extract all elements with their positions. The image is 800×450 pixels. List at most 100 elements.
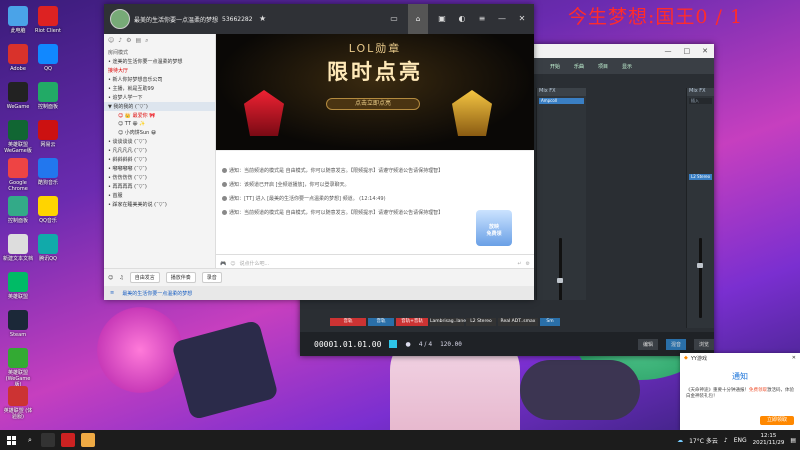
channel-item[interactable]: ☺ TT 😀 ✨ — [104, 120, 215, 128]
track-label[interactable]: 音轨+音轨 — [396, 318, 428, 326]
record-button[interactable]: 录音 — [201, 272, 222, 283]
weather-text[interactable]: 17°C 多云 — [689, 436, 718, 445]
browse-button[interactable]: 浏览 — [693, 338, 714, 350]
taskview-icon[interactable] — [40, 433, 55, 447]
speaker-icon[interactable]: ♫ — [119, 275, 123, 281]
desktop-icon[interactable]: 英雄联盟 WeGame版 — [3, 120, 33, 154]
menu-project[interactable]: 项目 — [598, 63, 608, 70]
channel-item[interactable]: • 新人你好梦想音乐公司 — [104, 75, 215, 84]
clock[interactable]: 12:15 2021/11/29 — [753, 433, 785, 447]
fader-knob[interactable] — [557, 278, 563, 283]
channel-item[interactable]: ☺ 小肉饼Sun 😀 — [104, 128, 215, 137]
channel-item[interactable]: • 谈谈谈谈 (ˉ▽ˉ) — [104, 137, 215, 146]
desktop-icon[interactable]: 控制面板 — [33, 82, 63, 110]
mixer-insert-slot[interactable]: 插入 — [689, 98, 712, 104]
edit-button[interactable]: 编辑 — [637, 338, 658, 350]
close-icon[interactable]: ✕ — [792, 355, 796, 361]
mixer-insert-slot[interactable]: L2 Stereo — [689, 174, 712, 180]
desktop-icon[interactable]: 此电脑 — [3, 6, 33, 34]
minimize-icon[interactable]: — — [496, 14, 508, 24]
yy-game-notification[interactable]: ◆ YY游戏 ✕ 通知 《天命神途》重要十分钟通报！免费领取激活码，体验白金神装… — [680, 353, 800, 431]
user-icon[interactable]: ☺ — [108, 37, 114, 45]
desktop-icon[interactable]: 网易云 — [33, 120, 63, 148]
game-promo-card[interactable]: 放映 免费领 — [476, 210, 512, 246]
channel-item[interactable]: • 凡凡凡凡 (ˉ▽ˉ) — [104, 146, 215, 155]
desktop-icon[interactable]: 英雄联盟 (WeGame版) — [3, 348, 33, 388]
fader-knob[interactable] — [697, 263, 703, 268]
channel-item[interactable]: • 踩家在睡美美的说 (ˉ▽ˉ) — [104, 200, 215, 209]
send-icon[interactable]: ↵ — [517, 261, 521, 267]
minimize-icon[interactable]: — — [665, 47, 672, 55]
record-icon[interactable]: ● — [405, 341, 410, 348]
track-label[interactable]: Real ADT..smax — [498, 318, 538, 326]
skin-icon[interactable]: ◐ — [456, 14, 468, 24]
maximize-icon[interactable]: □ — [684, 47, 691, 55]
close-icon[interactable]: ✕ — [516, 14, 528, 24]
gift-icon[interactable]: ▣ — [436, 14, 448, 24]
channel-item[interactable]: • 追梦人学一下 — [104, 93, 215, 102]
desktop-icon[interactable]: 英雄联盟 — [3, 272, 33, 300]
status-channel-link[interactable]: 最美的生活你要一点温柔的梦想 — [122, 290, 192, 297]
mix-button[interactable]: 混音 — [665, 338, 686, 350]
desktop-icon[interactable]: WeGame — [3, 82, 33, 110]
emoji-icon[interactable]: ☺ — [230, 261, 235, 267]
desktop-icon[interactable]: QQ音乐 — [33, 196, 63, 224]
volume-fader[interactable] — [699, 238, 702, 318]
tempo-display[interactable]: 120.00 — [440, 341, 462, 348]
mixer-channel[interactable]: Mix FX 插入 L2 Stereo — [686, 88, 714, 328]
room-avatar[interactable] — [110, 9, 130, 29]
desktop-icon[interactable]: 英雄联盟 (体验服) — [3, 386, 33, 420]
app-icon[interactable] — [60, 433, 75, 447]
track-label[interactable]: 音轨 — [368, 318, 394, 326]
settings-icon[interactable]: ⚙ — [126, 37, 131, 45]
desktop-icon[interactable]: 新建文本文档 — [3, 234, 33, 262]
share-icon[interactable]: ★ — [257, 14, 269, 24]
mode-label[interactable]: 房间模式 — [108, 49, 128, 56]
claim-button[interactable]: 立即领取 — [760, 416, 794, 425]
menu-start[interactable]: 开始 — [550, 63, 560, 70]
track-label[interactable]: Lambrisag..lane — [430, 318, 466, 326]
channel-item[interactable]: • 斜斜斜斜 (ˉ▽ˉ) — [104, 155, 215, 164]
desktop-icon[interactable]: Steam — [3, 310, 33, 338]
gamepad-icon[interactable]: 🎮 — [220, 261, 226, 267]
menu-icon[interactable]: ≡ — [476, 14, 488, 24]
channel-item[interactable]: • 再再再再 (ˉ▽ˉ) — [104, 182, 215, 191]
list-icon[interactable]: ▤ — [136, 37, 142, 45]
windows-start-icon[interactable] — [0, 430, 22, 450]
channel-item[interactable]: ☺ 👑 最爱你 🎀 — [104, 111, 215, 120]
home-icon[interactable]: ⌂ — [408, 4, 428, 34]
search-icon[interactable]: ⌕ — [28, 436, 32, 445]
track-lane-area[interactable]: 音轨 音轨 音轨+音轨 Lambrisag..lane L2 Stereo Real AD… — [300, 300, 600, 332]
mic-icon[interactable]: ♪ — [118, 37, 122, 45]
close-icon[interactable]: ✕ — [702, 47, 708, 55]
desktop-icon[interactable]: 酷狗音乐 — [33, 158, 63, 186]
menu-song[interactable]: 乐曲 — [574, 63, 584, 70]
play-accompaniment-button[interactable]: 播放伴奏 — [165, 272, 196, 283]
search-icon[interactable]: ⌕ — [145, 37, 148, 45]
avatar[interactable]: ☺ — [108, 275, 113, 281]
desktop-icon[interactable]: 控制面板 — [3, 196, 33, 224]
chat-input[interactable]: 说点什么吧... — [239, 260, 513, 267]
yy-voice-window[interactable]: 最美的生活你要一点温柔的梦想 53662282 ★ ▭ ⌂ ▣ ◐ ≡ — ✕ … — [104, 4, 534, 300]
desktop-icon[interactable]: Adobe — [3, 44, 33, 72]
mixer-insert-slot[interactable]: Ampcoll — [539, 98, 584, 104]
channel-item[interactable]: ▼ 我的我的 (ˉ▽ˉ) — [104, 102, 215, 111]
yy-icon[interactable] — [80, 433, 95, 447]
track-label[interactable]: L2 Stereo — [466, 318, 496, 326]
menu-show[interactable]: 显示 — [622, 63, 632, 70]
desktop-icon[interactable]: Riot Client — [33, 6, 63, 34]
screen-icon[interactable]: ▭ — [388, 14, 400, 24]
track-label[interactable]: Sm — [540, 318, 560, 326]
desktop-icon[interactable]: QQ — [33, 44, 63, 72]
channel-item[interactable]: • 途美的生活你要一点温柔的梦想 — [104, 57, 215, 66]
menu-icon[interactable]: ≡ — [110, 290, 114, 296]
channel-item[interactable]: • 主播，就是互助99 — [104, 84, 215, 93]
play-icon[interactable] — [389, 340, 398, 348]
weather-icon[interactable]: ☁ — [677, 437, 683, 444]
desktop-icon[interactable]: Google Chrome — [3, 158, 33, 192]
banner-light-button[interactable]: 点击立即点亮 — [326, 98, 420, 110]
channel-item[interactable]: • 嘟嘟嘟嘟 (ˉ▽ˉ) — [104, 164, 215, 173]
channel-item[interactable]: • 伤伤伤伤 (ˉ▽ˉ) — [104, 173, 215, 182]
volume-icon[interactable]: ♪ — [724, 437, 728, 444]
chat-settings-icon[interactable]: ⚙ — [526, 261, 530, 267]
